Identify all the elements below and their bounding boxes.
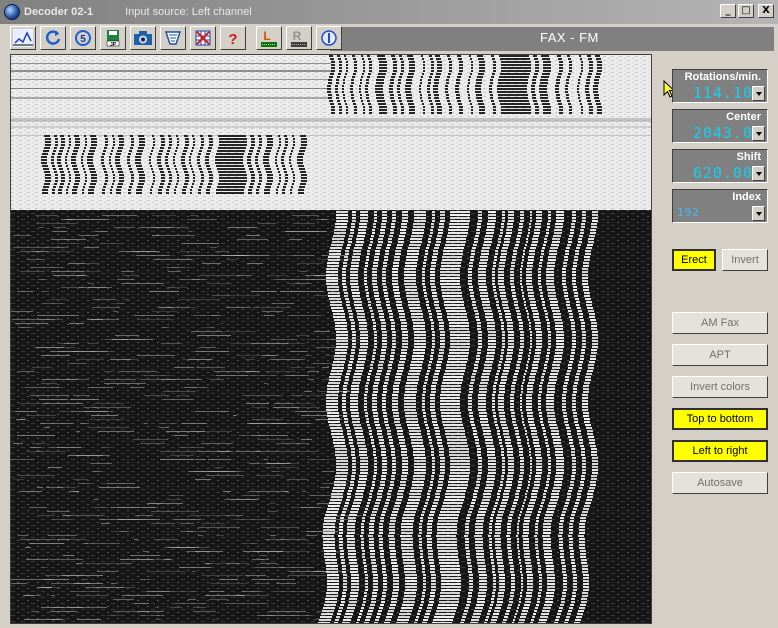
fax-image-display[interactable] bbox=[10, 54, 652, 624]
refresh-icon bbox=[45, 30, 61, 45]
control-panel: Rotations/min. 114.10 Center 2043.0 Shif… bbox=[660, 56, 774, 624]
mode-label: FAX - FM bbox=[540, 30, 599, 45]
svg-text:5: 5 bbox=[80, 34, 86, 45]
camera-icon bbox=[134, 31, 152, 45]
apt-button[interactable]: APT bbox=[672, 344, 768, 366]
help-icon: ? bbox=[228, 31, 237, 47]
center-label: Center bbox=[726, 111, 761, 123]
rotations-dropdown-button[interactable] bbox=[752, 86, 765, 101]
window-title: Decoder 02-1 bbox=[24, 6, 94, 18]
right-channel-icon: R bbox=[291, 29, 307, 47]
minimize-button[interactable]: _ bbox=[720, 4, 736, 18]
grid-icon bbox=[195, 30, 211, 46]
index-control: Index 192 bbox=[672, 189, 768, 223]
info-icon bbox=[321, 30, 337, 46]
toolbar: 5 JP ? L R bbox=[10, 25, 342, 51]
counter-icon: 5 bbox=[75, 30, 91, 46]
svg-text:R: R bbox=[293, 29, 302, 43]
top-to-bottom-button[interactable]: Top to bottom bbox=[672, 408, 768, 430]
shift-value[interactable]: 620.00 bbox=[677, 165, 753, 181]
rotations-label: Rotations/min. bbox=[684, 71, 761, 83]
invert-colors-button[interactable]: Invert colors bbox=[672, 376, 768, 398]
erect-button[interactable]: Erect bbox=[672, 249, 716, 271]
shift-dropdown-button[interactable] bbox=[752, 166, 765, 181]
left-to-right-button[interactable]: Left to right bbox=[672, 440, 768, 462]
svg-text:?: ? bbox=[228, 31, 237, 47]
maximize-button[interactable]: □ bbox=[738, 4, 754, 18]
filter-icon bbox=[164, 31, 182, 45]
camera-button[interactable] bbox=[130, 26, 156, 50]
signal-icon bbox=[13, 29, 33, 47]
fax-image bbox=[11, 55, 651, 623]
signal-button[interactable] bbox=[10, 26, 36, 50]
svg-text:JP: JP bbox=[110, 42, 117, 47]
left-channel-icon: L bbox=[261, 29, 277, 47]
left-channel-button[interactable]: L bbox=[256, 26, 282, 50]
center-value[interactable]: 2043.0 bbox=[677, 125, 753, 141]
index-dropdown-button[interactable] bbox=[752, 206, 765, 221]
rotations-value[interactable]: 114.10 bbox=[677, 85, 753, 101]
save-jpg-button[interactable]: JP bbox=[100, 26, 126, 50]
help-button[interactable]: ? bbox=[220, 26, 246, 50]
save-jpg-icon: JP bbox=[106, 30, 120, 47]
refresh-button[interactable] bbox=[40, 26, 66, 50]
grid-button[interactable] bbox=[190, 26, 216, 50]
svg-text:L: L bbox=[263, 29, 270, 43]
minimize-icon: _ bbox=[725, 5, 731, 16]
input-source-label: Input source: Left channel bbox=[125, 6, 252, 18]
filter-button[interactable] bbox=[160, 26, 186, 50]
shift-label: Shift bbox=[736, 151, 761, 163]
index-value[interactable]: 192 bbox=[677, 205, 753, 221]
index-label: Index bbox=[732, 191, 761, 203]
close-button[interactable]: X bbox=[758, 4, 774, 18]
counter-button[interactable]: 5 bbox=[70, 26, 96, 50]
close-icon: X bbox=[762, 5, 770, 16]
info-button[interactable] bbox=[316, 26, 342, 50]
autosave-button[interactable]: Autosave bbox=[672, 472, 768, 494]
center-dropdown-button[interactable] bbox=[752, 126, 765, 141]
center-control: Center 2043.0 bbox=[672, 109, 768, 143]
right-channel-button[interactable]: R bbox=[286, 26, 312, 50]
invert-button[interactable]: Invert bbox=[722, 249, 768, 271]
shift-control: Shift 620.00 bbox=[672, 149, 768, 183]
app-globe-icon[interactable] bbox=[4, 4, 20, 20]
maximize-icon: □ bbox=[741, 5, 751, 16]
title-bar[interactable]: Decoder 02-1 Input source: Left channel … bbox=[0, 0, 778, 24]
rotations-control: Rotations/min. 114.10 bbox=[672, 69, 768, 103]
am-fax-button[interactable]: AM Fax bbox=[672, 312, 768, 334]
